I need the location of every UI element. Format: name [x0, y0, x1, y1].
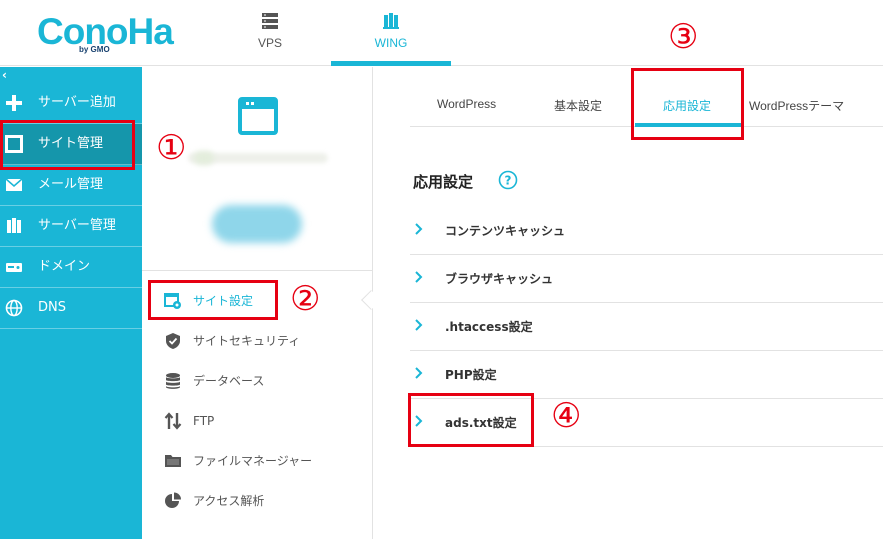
- wing-icon: [383, 13, 399, 29]
- accordion-php-settings[interactable]: PHP設定: [410, 351, 883, 399]
- chevron-right-icon: [415, 271, 423, 283]
- annotation-number-4: ④: [551, 396, 582, 436]
- site-menu-access-analytics[interactable]: アクセス解析: [142, 481, 372, 521]
- tab-basic-settings[interactable]: 基本設定: [554, 97, 602, 127]
- accordion-label: PHP設定: [445, 368, 497, 382]
- site-window-icon: [238, 97, 278, 135]
- help-icon-glyph: ?: [505, 174, 512, 188]
- accordion-content-cache[interactable]: コンテンツキャッシュ: [410, 207, 883, 255]
- envelope-icon: [5, 178, 23, 191]
- chevron-right-icon: [415, 223, 423, 235]
- accordion-label: .htaccess設定: [445, 320, 533, 334]
- site-menu-label: FTP: [193, 414, 215, 428]
- active-tab-indicator: [331, 61, 451, 66]
- accordion-browser-cache[interactable]: ブラウザキャッシュ: [410, 255, 883, 303]
- server-stack-icon: [7, 218, 21, 233]
- divider: [142, 270, 372, 271]
- pie-chart-icon: [165, 492, 181, 508]
- sidebar-item-label: サーバー追加: [38, 95, 116, 110]
- tab-wing-label: WING: [374, 36, 408, 50]
- folder-icon: [165, 455, 181, 467]
- main-content: WordPress 基本設定 応用設定 WordPressテーマ 応用設定 ? …: [374, 67, 883, 539]
- sidebar-item-label: ドメイン: [38, 259, 91, 274]
- tab-wordpress[interactable]: WordPress: [437, 97, 496, 127]
- ftp-arrows-icon: [164, 412, 182, 430]
- chevron-right-icon: [415, 367, 423, 379]
- site-status-blurred: [194, 151, 214, 165]
- sidebar-item-dns[interactable]: DNS: [0, 288, 142, 329]
- server-icon: [262, 13, 278, 29]
- section-title: 応用設定: [413, 173, 474, 191]
- conoha-logo[interactable]: ConoHa by GMO: [37, 10, 174, 56]
- tab-wordpress-theme[interactable]: WordPressテーマ: [749, 97, 844, 127]
- site-menu-label: アクセス解析: [193, 494, 265, 508]
- site-menu-site-security[interactable]: サイトセキュリティ: [142, 321, 372, 361]
- annotation-number-3: ③: [668, 17, 699, 57]
- sidebar-item-domain[interactable]: ドメイン: [0, 247, 142, 288]
- sidebar-item-label: DNS: [38, 300, 66, 315]
- sidebar-item-label: サーバー管理: [38, 218, 116, 233]
- site-menu-label: サイトセキュリティ: [193, 334, 301, 348]
- tab-vps[interactable]: VPS: [230, 0, 310, 66]
- site-menu-ftp[interactable]: FTP: [142, 401, 372, 441]
- accordion-label: コンテンツキャッシュ: [445, 224, 566, 238]
- site-menu-database[interactable]: データベース: [142, 361, 372, 401]
- sidebar-item-add-server[interactable]: サーバー追加: [0, 83, 142, 124]
- accordion-htaccess-settings[interactable]: .htaccess設定: [410, 303, 883, 351]
- plus-icon: [6, 95, 22, 111]
- sidebar-item-mail-management[interactable]: メール管理: [0, 165, 142, 206]
- annotation-number-1: ①: [156, 128, 187, 168]
- site-menu-label: データベース: [193, 374, 265, 388]
- domain-icon: [6, 263, 22, 272]
- site-menu-label: ファイルマネージャー: [193, 454, 313, 468]
- help-icon[interactable]: ?: [498, 170, 518, 190]
- globe-icon: [5, 299, 23, 317]
- database-icon: [166, 373, 180, 389]
- sidebar-item-server-management[interactable]: サーバー管理: [0, 206, 142, 247]
- annotation-box-3: [631, 68, 744, 140]
- chevron-right-icon: [415, 319, 423, 331]
- shield-icon: [166, 333, 180, 349]
- tab-vps-label: VPS: [257, 36, 282, 50]
- top-header: ConoHa by GMO VPS WING: [0, 0, 883, 66]
- annotation-box-1: [0, 120, 135, 170]
- annotation-box-4: [408, 393, 534, 447]
- site-menu-file-manager[interactable]: ファイルマネージャー: [142, 441, 372, 481]
- annotation-number-2: ②: [290, 279, 321, 319]
- sidebar-collapse-button[interactable]: ‹: [2, 67, 7, 83]
- accordion-label: ブラウザキャッシュ: [445, 272, 554, 286]
- sidebar-item-label: メール管理: [38, 177, 104, 192]
- logo-sub-text: by GMO: [79, 45, 110, 54]
- annotation-box-2: [148, 280, 278, 320]
- site-action-button-blurred[interactable]: [212, 205, 302, 243]
- tab-wing[interactable]: WING: [331, 0, 451, 66]
